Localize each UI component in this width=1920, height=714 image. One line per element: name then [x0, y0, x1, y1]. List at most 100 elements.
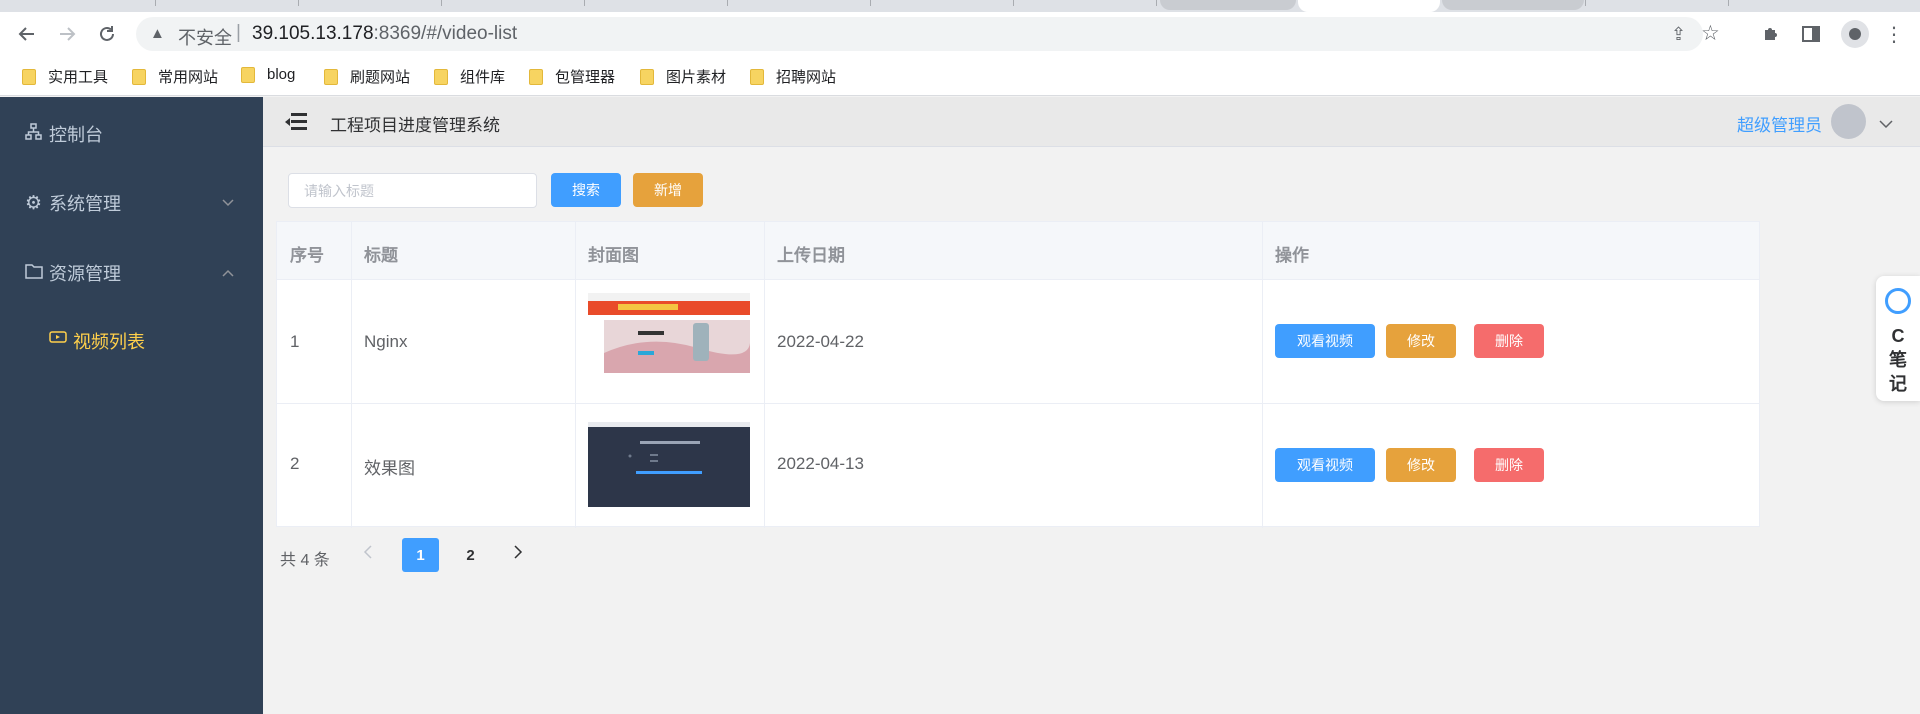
- folder-icon: [640, 68, 654, 85]
- search-button[interactable]: 搜索: [551, 173, 621, 207]
- folder-icon: [434, 68, 448, 85]
- forward-button[interactable]: [53, 20, 81, 48]
- chevron-down-icon: [222, 196, 234, 210]
- folder-icon: [25, 263, 43, 284]
- tab-separator: [1585, 0, 1586, 6]
- app-header: 工程项目进度管理系统 超级管理员: [263, 97, 1920, 147]
- table-header: 序号 标题 封面图 上传日期 操作: [277, 222, 1759, 280]
- sitemap-icon: [25, 123, 42, 145]
- video-icon: [49, 330, 67, 347]
- chevron-down-icon[interactable]: [1879, 117, 1893, 132]
- back-button[interactable]: [13, 20, 41, 48]
- table-row: 1 Nginx 2022-04-22 观看视频 修改 删除: [277, 280, 1759, 404]
- bookmark-folder[interactable]: 组件库: [434, 66, 505, 87]
- bookmark-label: 组件库: [460, 69, 506, 86]
- page-button[interactable]: 1: [402, 538, 439, 572]
- delete-button[interactable]: 删除: [1474, 324, 1544, 358]
- sidebar-item-system[interactable]: ⚙ 系统管理: [0, 173, 263, 233]
- tab-separator: [1728, 0, 1729, 6]
- floating-note-label: C笔记: [1889, 326, 1907, 394]
- cover-image[interactable]: [588, 293, 750, 378]
- row-title: Nginx: [364, 332, 408, 351]
- page-button[interactable]: 2: [452, 538, 489, 572]
- row-date: 2022-04-13: [777, 454, 864, 473]
- column-header: 序号: [290, 246, 324, 265]
- tab-separator: [298, 0, 299, 6]
- folder-icon: [324, 68, 338, 85]
- folder-icon: [750, 68, 764, 85]
- floating-note-widget[interactable]: C笔记: [1876, 276, 1920, 401]
- tab-separator: [441, 0, 442, 6]
- sidebar-item-dashboard[interactable]: 控制台: [0, 104, 263, 164]
- bookmark-folder[interactable]: 刷题网站: [324, 66, 410, 87]
- browser-toolbar: ▲ 不安全 | 39.105.13.178:8369/#/video-list …: [0, 12, 1920, 56]
- url-host: 39.105.13.178: [252, 23, 374, 44]
- sidebar-item-label: 资源管理: [49, 264, 121, 284]
- bookmark-folder[interactable]: 常用网站: [132, 66, 218, 87]
- avatar[interactable]: [1831, 104, 1866, 139]
- back-arrow-icon: [18, 27, 34, 41]
- chevron-up-icon: [222, 266, 234, 280]
- bookmark-folder[interactable]: 实用工具: [22, 66, 108, 87]
- extensions-icon[interactable]: [1761, 24, 1781, 49]
- bookmark-folder[interactable]: 招聘网站: [750, 66, 836, 87]
- panel-icon: [1802, 26, 1820, 42]
- tab-separator: [155, 0, 156, 6]
- share-icon[interactable]: ⇪: [1671, 24, 1686, 45]
- bookmark-folder[interactable]: 图片素材: [640, 66, 726, 87]
- bookmark-folder[interactable]: blog: [241, 66, 295, 83]
- row-title: 效果图: [364, 459, 415, 478]
- tab-separator: [727, 0, 728, 6]
- side-panel-icon[interactable]: [1801, 24, 1821, 49]
- bookmark-folder[interactable]: 包管理器: [529, 66, 615, 87]
- bookmark-label: 刷题网站: [350, 69, 411, 86]
- sidebar-item-label: 系统管理: [49, 194, 121, 214]
- view-video-button[interactable]: 观看视频: [1275, 324, 1375, 358]
- sidebar-item-label: 控制台: [49, 125, 103, 145]
- tab-separator: [1013, 0, 1014, 6]
- profile-button[interactable]: [1841, 20, 1869, 48]
- view-video-button[interactable]: 观看视频: [1275, 448, 1375, 482]
- bookmark-label: 图片素材: [666, 69, 727, 86]
- url-text: 39.105.13.178:8369/#/video-list: [252, 23, 517, 45]
- bookmark-label: 招聘网站: [776, 69, 837, 86]
- tab-separator: [584, 0, 585, 6]
- folder-icon: [241, 66, 255, 83]
- main-content: 搜索 新增 序号 标题 封面图 上传日期 操作 1 Nginx: [263, 148, 1920, 714]
- edit-button[interactable]: 修改: [1386, 448, 1456, 482]
- column-header: 封面图: [588, 246, 639, 265]
- add-button[interactable]: 新增: [633, 173, 703, 207]
- sidebar-item-label: 视频列表: [73, 332, 145, 352]
- user-name[interactable]: 超级管理员: [1737, 111, 1822, 136]
- star-icon[interactable]: ☆: [1701, 21, 1720, 46]
- cover-image[interactable]: [588, 422, 750, 507]
- row-date: 2022-04-22: [777, 332, 864, 351]
- tab-separator: [870, 0, 871, 6]
- chevron-right-icon[interactable]: [513, 544, 523, 565]
- video-table: 序号 标题 封面图 上传日期 操作 1 Nginx 2022-04-22 观看视…: [276, 221, 1760, 528]
- puzzle-icon: [1765, 28, 1777, 40]
- browser-tab[interactable]: [1160, 0, 1296, 10]
- reload-icon: [100, 26, 114, 41]
- menu-toggle-icon[interactable]: [285, 113, 307, 131]
- address-bar[interactable]: ▲ 不安全 | 39.105.13.178:8369/#/video-list …: [136, 17, 1720, 51]
- sidebar: 控制台 ⚙ 系统管理 资源管理 视频列表: [0, 97, 263, 714]
- edit-button[interactable]: 修改: [1386, 324, 1456, 358]
- bookmark-label: blog: [267, 66, 296, 83]
- sidebar-item-video-list[interactable]: 视频列表: [0, 312, 263, 368]
- search-input[interactable]: [288, 173, 537, 208]
- tab-strip: [0, 0, 1920, 12]
- delete-button[interactable]: 删除: [1474, 448, 1544, 482]
- folder-icon: [529, 68, 543, 85]
- column-header: 标题: [364, 246, 398, 265]
- menu-kebab-icon[interactable]: ⋮: [1884, 22, 1904, 47]
- browser-tab-active[interactable]: [1298, 0, 1440, 12]
- gear-icon: ⚙: [25, 192, 43, 214]
- pagination-total: 共 4 条: [280, 552, 330, 569]
- bookmark-label: 常用网站: [158, 69, 219, 86]
- browser-tab[interactable]: [1442, 0, 1584, 10]
- chevron-left-icon[interactable]: [363, 544, 373, 565]
- reload-button[interactable]: [93, 20, 121, 48]
- folder-icon: [132, 68, 146, 85]
- sidebar-item-resources[interactable]: 资源管理: [0, 243, 263, 303]
